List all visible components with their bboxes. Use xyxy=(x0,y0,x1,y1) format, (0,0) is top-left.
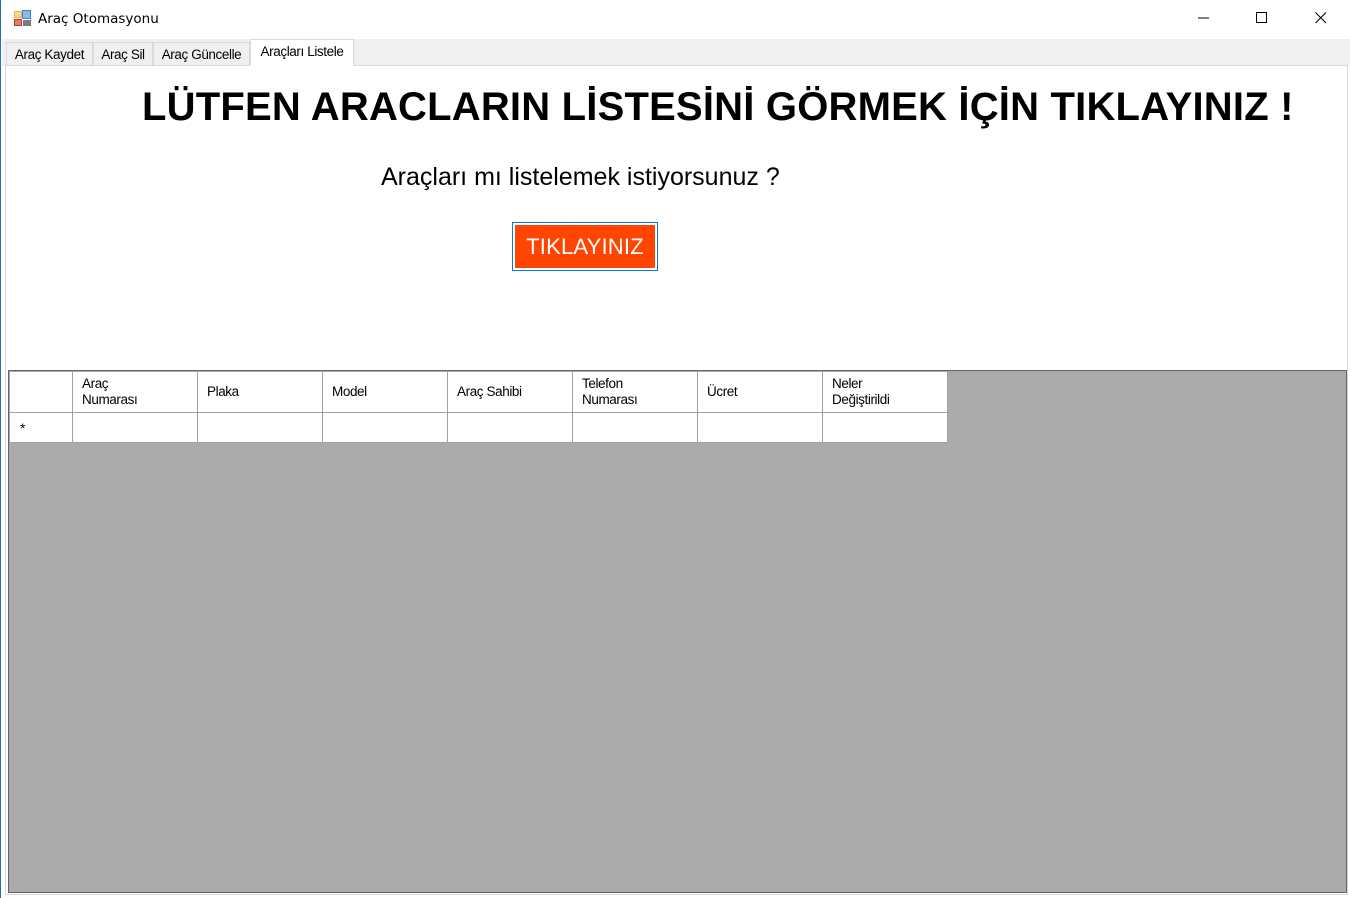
tab-arac-kaydet[interactable]: Araç Kaydet xyxy=(6,42,93,65)
minimize-icon xyxy=(1198,11,1210,29)
table-cell[interactable] xyxy=(573,413,698,443)
column-header-neler-degistirildi[interactable]: Neler Değiştirildi xyxy=(823,372,948,413)
app-icon xyxy=(14,10,32,26)
table-cell[interactable] xyxy=(198,413,323,443)
table-row-new[interactable]: * xyxy=(10,413,948,443)
grid-corner-cell[interactable] xyxy=(10,372,73,413)
list-vehicles-button-label: TIKLAYINIZ xyxy=(515,225,655,268)
vehicle-data-grid[interactable]: Araç Numarası Plaka Model Araç Sahibi Te… xyxy=(8,370,1347,893)
new-row-marker[interactable]: * xyxy=(10,413,73,443)
tab-arac-guncelle[interactable]: Araç Güncelle xyxy=(153,42,250,65)
close-button[interactable] xyxy=(1292,0,1350,39)
column-header-model[interactable]: Model xyxy=(323,372,448,413)
question-label: Araçları mı listelemek istiyorsunuz ? xyxy=(381,163,780,191)
tab-label: Araç Kaydet xyxy=(14,46,85,62)
grid-header-row: Araç Numarası Plaka Model Araç Sahibi Te… xyxy=(10,372,948,413)
title-bar[interactable]: Araç Otomasyonu xyxy=(1,0,1350,39)
page-heading: LÜTFEN ARACLARIN LİSTESİNİ GÖRMEK İÇİN T… xyxy=(142,85,1294,129)
table-cell[interactable] xyxy=(823,413,948,443)
table-cell[interactable] xyxy=(448,413,573,443)
column-header-ucret[interactable]: Ücret xyxy=(698,372,823,413)
tab-label: Araç Sil xyxy=(101,46,145,62)
table-cell[interactable] xyxy=(73,413,198,443)
column-header-arac-sahibi[interactable]: Araç Sahibi xyxy=(448,372,573,413)
tab-arac-sil[interactable]: Araç Sil xyxy=(93,42,153,65)
tab-label: Araç Güncelle xyxy=(161,46,242,62)
app-window: Araç Otomasyonu Araç Kaydet Araç Sil Ara… xyxy=(0,0,1350,898)
tab-label: Araçları Listele xyxy=(260,44,344,59)
column-header-plaka[interactable]: Plaka xyxy=(198,372,323,413)
column-header-arac-numarasi[interactable]: Araç Numarası xyxy=(73,372,198,413)
minimize-button[interactable] xyxy=(1175,0,1233,39)
list-vehicles-button[interactable]: TIKLAYINIZ xyxy=(512,222,658,271)
column-header-telefon-numarasi[interactable]: Telefon Numarası xyxy=(573,372,698,413)
window-title: Araç Otomasyonu xyxy=(38,11,159,27)
maximize-button[interactable] xyxy=(1233,0,1291,39)
maximize-icon xyxy=(1256,11,1268,29)
close-icon xyxy=(1315,11,1327,29)
table-cell[interactable] xyxy=(323,413,448,443)
table-cell[interactable] xyxy=(698,413,823,443)
tab-araclari-listele[interactable]: Araçları Listele xyxy=(250,39,354,66)
